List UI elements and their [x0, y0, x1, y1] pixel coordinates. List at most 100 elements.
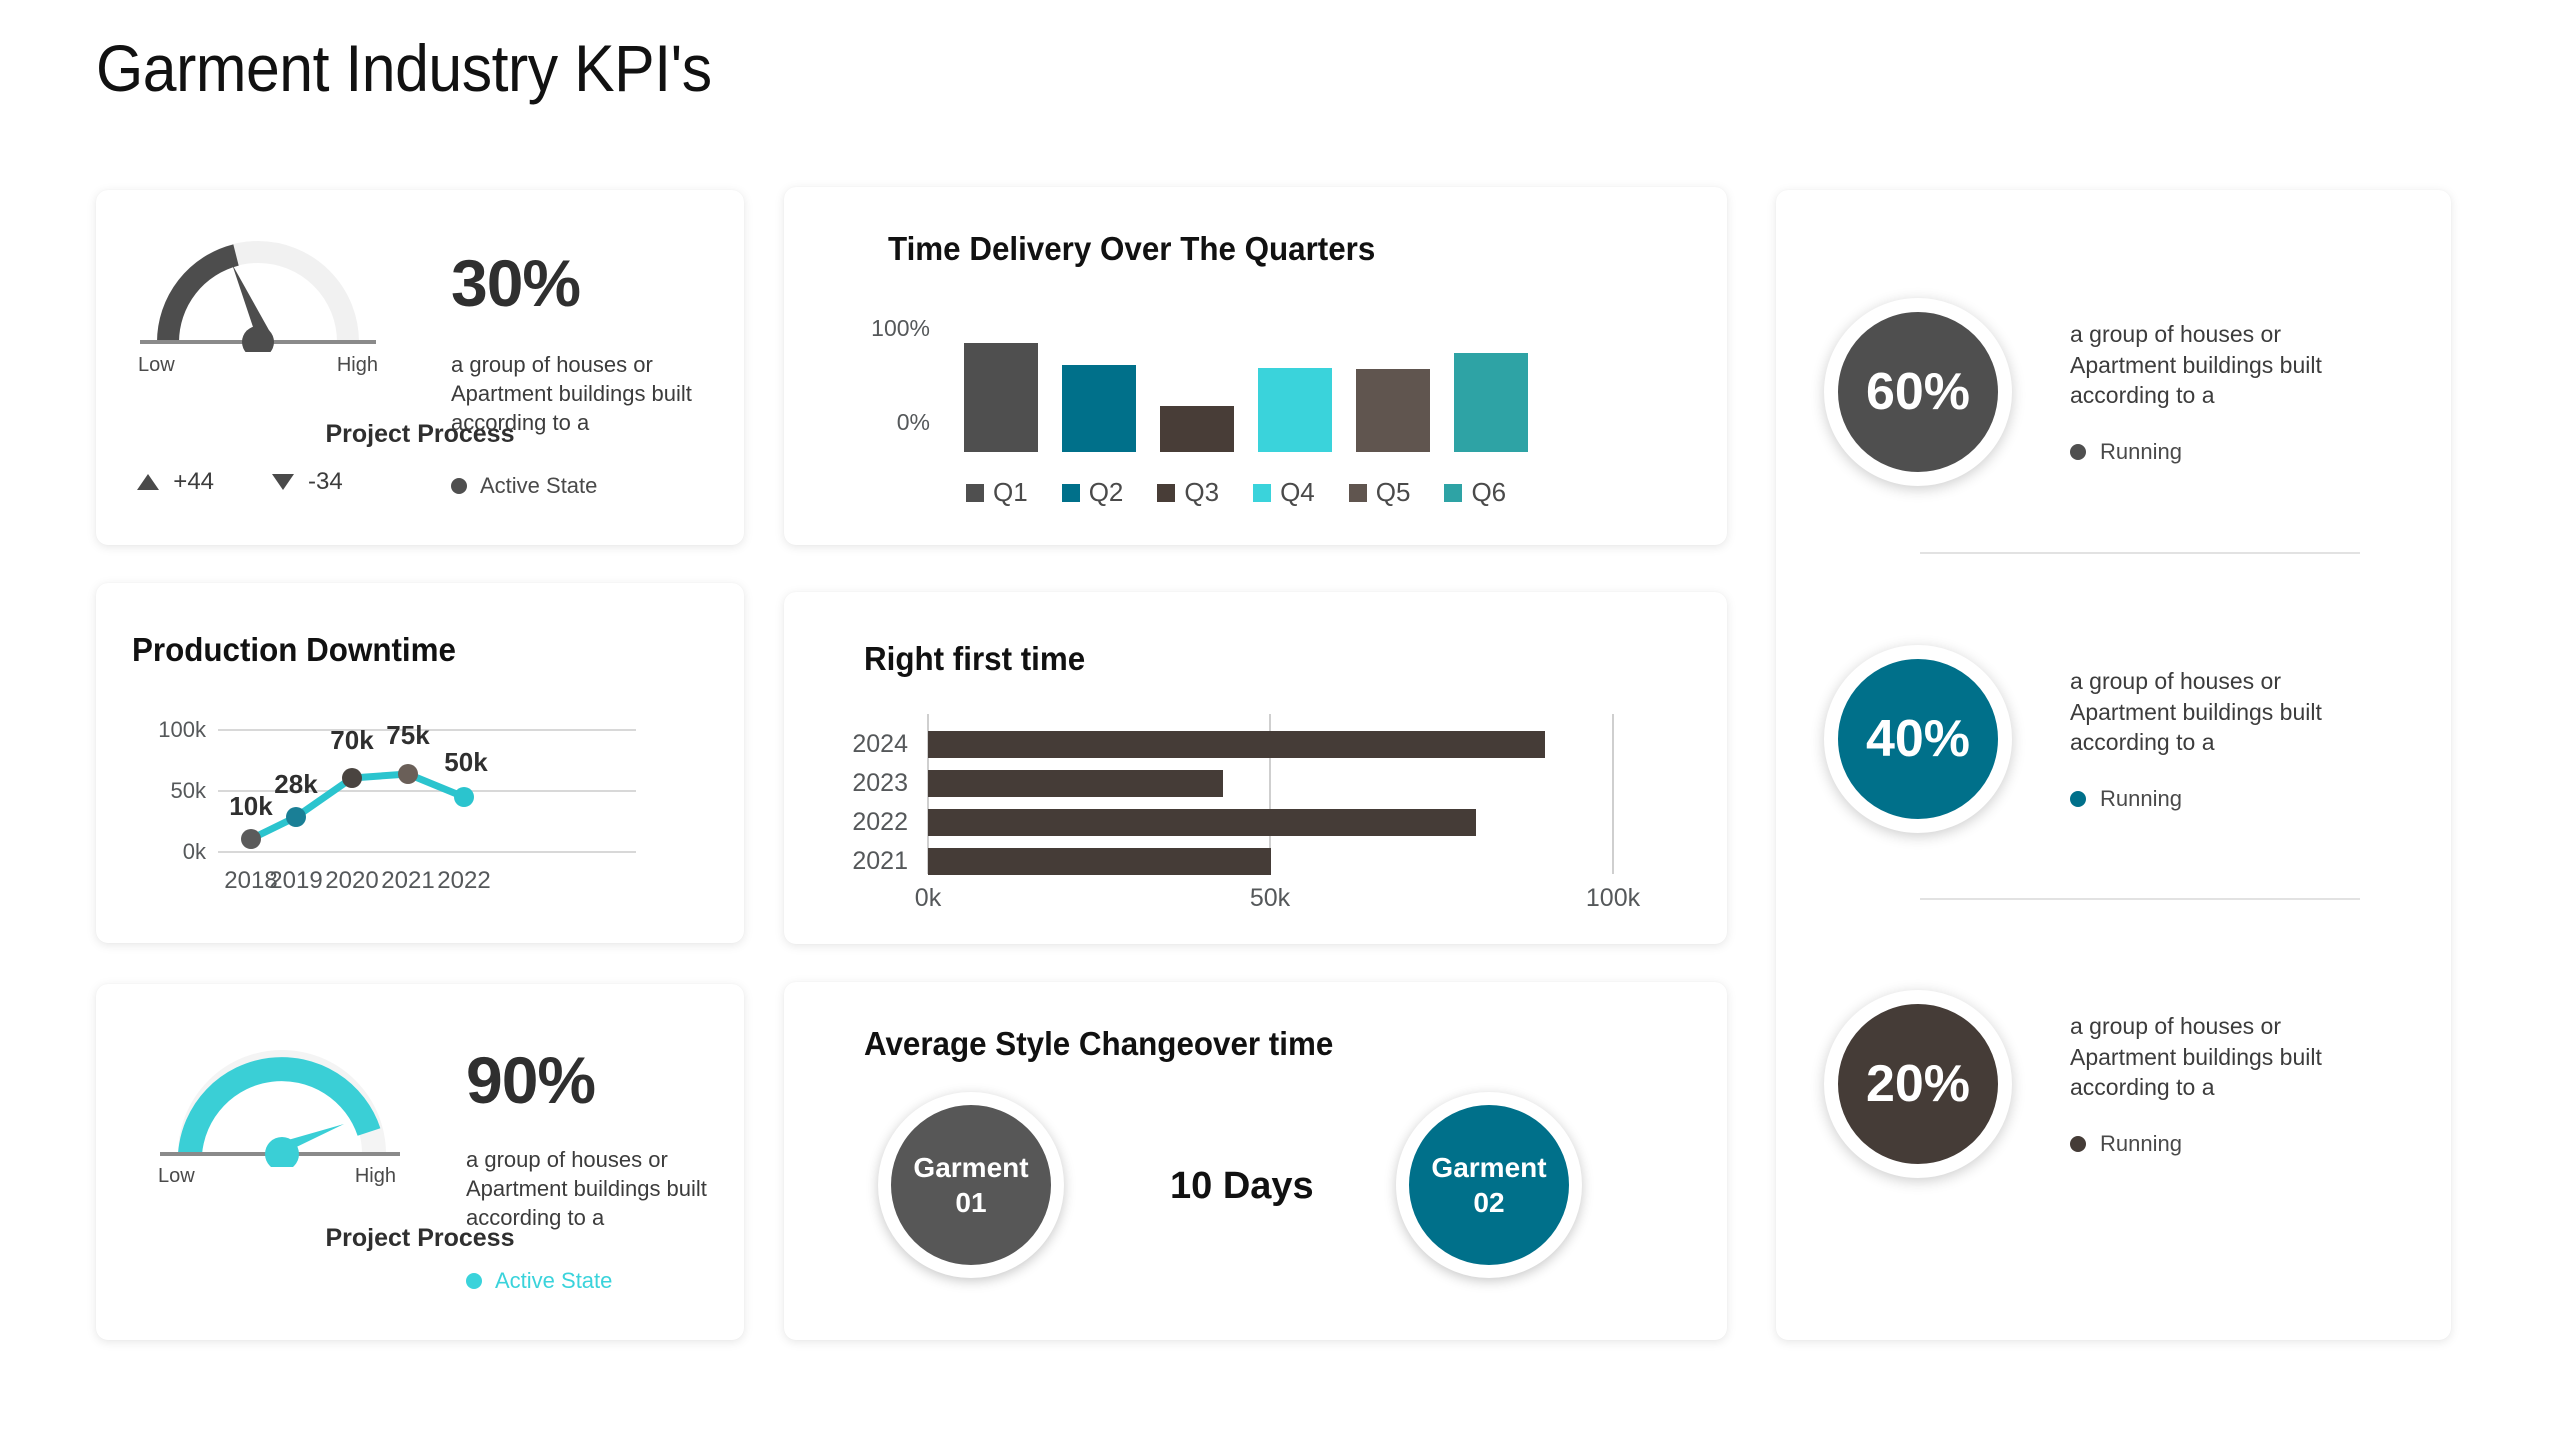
changeover-title: Average Style Changeover time: [864, 1025, 1334, 1062]
stat-description-40: a group of houses or Apartment buildings…: [2070, 667, 2322, 756]
gauge-bottom-status-label: Active State: [495, 1268, 613, 1294]
stat-description-20: a group of houses or Apartment buildings…: [2070, 1012, 2322, 1101]
gauge-top-graphic: Low High: [136, 220, 381, 376]
gauge-low-label: Low: [138, 354, 175, 376]
stat-body-20: a group of houses or Apartment buildings…: [2070, 1011, 2335, 1157]
garment-02-line1: Garment: [1431, 1152, 1547, 1183]
triangle-up-icon: [137, 474, 160, 490]
card-right-first-time: Right first time 2024 2023 2022 2021 0k …: [784, 592, 1727, 944]
bar-q3[interactable]: [1160, 406, 1234, 452]
garment-01-line1: Garment: [913, 1152, 1029, 1183]
stat-divider-2: [1920, 898, 2360, 900]
legend-swatch-q4-icon: [1253, 483, 1272, 502]
rft-bar-2023[interactable]: [928, 770, 1223, 797]
gauge-top-status: Active State: [451, 473, 701, 499]
stat-item-20[interactable]: 20% a group of houses or Apartment build…: [1824, 990, 2335, 1178]
status-dot-icon: [2070, 1136, 2086, 1153]
bar-q5[interactable]: [1356, 369, 1430, 452]
stat-status-label-40: Running: [2100, 786, 2182, 812]
line-label-2019: 28k: [274, 769, 318, 799]
status-dot-icon: [2070, 444, 2086, 461]
legend-label-q4: Q4: [1280, 477, 1315, 507]
line-point-2020[interactable]: [342, 768, 362, 788]
stat-status-20: Running: [2070, 1131, 2335, 1157]
gauge-bottom-high-label: High: [354, 1165, 396, 1187]
stat-body-40: a group of houses or Apartment buildings…: [2070, 666, 2335, 812]
legend-label-q1: Q1: [993, 477, 1028, 507]
stat-divider-1: [1920, 552, 2360, 554]
rft-xtick-0k: 0k: [914, 884, 942, 912]
rft-bar-2024[interactable]: [928, 731, 1545, 758]
legend-item-q6[interactable]: Q6: [1444, 477, 1506, 508]
stat-status-label-60: Running: [2100, 439, 2182, 465]
rft-ylab-2021: 2021: [852, 847, 908, 875]
legend-swatch-q5-icon: [1348, 483, 1367, 502]
bar-q2[interactable]: [1062, 365, 1136, 452]
bar-q6[interactable]: [1454, 353, 1528, 452]
stat-item-60[interactable]: 60% a group of houses or Apartment build…: [1824, 298, 2335, 486]
line-plot-area: 100k 50k 0k 10k 28k 70k 75k 50k 2018 201…: [96, 583, 744, 943]
legend-swatch-q3-icon: [1157, 483, 1176, 502]
gauge-high-label: High: [336, 354, 378, 376]
bar-q4[interactable]: [1258, 368, 1332, 452]
legend-item-q3[interactable]: Q3: [1157, 477, 1219, 508]
stat-body-60: a group of houses or Apartment buildings…: [2070, 319, 2335, 465]
legend-label-q2: Q2: [1088, 477, 1124, 507]
page-title: Garment Industry KPI's: [96, 31, 712, 105]
gauge-hub: [242, 326, 274, 358]
line-xtick-2022: 2022: [437, 867, 491, 894]
rft-ylab-2024: 2024: [852, 730, 908, 758]
legend-item-q2[interactable]: Q2: [1061, 477, 1124, 508]
gauge-top-summary: 30% a group of houses or Apartment build…: [451, 250, 701, 499]
card-production-downtime: Production Downtime 100k 50k 0k 10k 28k …: [96, 583, 744, 943]
triangle-down-icon: [272, 474, 295, 490]
garment-bubble-01[interactable]: Garment 01: [878, 1092, 1064, 1278]
legend-item-q5[interactable]: Q5: [1348, 477, 1411, 508]
legend-swatch-q1-icon: [966, 483, 984, 502]
line-point-2021[interactable]: [398, 764, 418, 784]
bars-ytick-100: 100%: [871, 315, 930, 341]
bars-legend: Q1 Q2 Q3 Q4 Q5 Q6: [966, 477, 1506, 508]
stat-circle-20: 20%: [1824, 990, 2012, 1178]
line-point-2022[interactable]: [454, 787, 474, 807]
rft-plot-area: 2024 2023 2022 2021 0k 50k 100k: [784, 592, 1727, 944]
gauge-top-value: 30%: [451, 246, 581, 320]
gauge-bottom-description: a group of houses or Apartment buildings…: [466, 1147, 707, 1231]
delta-up: +44: [137, 468, 214, 496]
line-point-2018[interactable]: [241, 829, 261, 849]
gauge-bottom-svg: [160, 1050, 400, 1171]
line-label-2022: 50k: [444, 747, 488, 777]
status-dot-icon: [466, 1273, 482, 1290]
delta-down: -34: [272, 468, 343, 496]
legend-label-q3: Q3: [1184, 477, 1220, 507]
legend-label-q5: Q5: [1375, 477, 1411, 507]
rft-ylab-2023: 2023: [852, 769, 908, 797]
card-average-style-changeover: Average Style Changeover time Garment 01…: [784, 982, 1727, 1340]
rft-bar-2021[interactable]: [928, 848, 1271, 875]
bars-plot-area: [964, 307, 1528, 452]
legend-label-q6: Q6: [1471, 477, 1507, 507]
rft-bar-2022[interactable]: [928, 809, 1476, 836]
legend-swatch-q2-icon: [1061, 483, 1080, 502]
garment-02-line2: 02: [1473, 1187, 1505, 1218]
rft-gridline-100k: [1612, 714, 1614, 874]
gauge-bottom-low-label: Low: [158, 1165, 195, 1187]
garment-01-line2: 01: [955, 1187, 987, 1218]
bars-ytick-0: 0%: [896, 409, 930, 435]
card-running-stats: 60% a group of houses or Apartment build…: [1776, 190, 2451, 1340]
gauge-bottom-status: Active State: [466, 1268, 716, 1294]
status-dot-icon: [451, 478, 467, 495]
legend-item-q4[interactable]: Q4: [1253, 477, 1315, 508]
bar-q1[interactable]: [964, 343, 1038, 452]
garment-bubble-02[interactable]: Garment 02: [1396, 1092, 1582, 1278]
stat-circle-60: 60%: [1824, 298, 2012, 486]
gauge-value-arc: [157, 244, 240, 343]
card-project-process-bottom: Low High Project Process 90% a group of …: [96, 984, 744, 1340]
gauge-bottom-graphic: Low High: [148, 1022, 413, 1187]
stat-item-40[interactable]: 40% a group of houses or Apartment build…: [1824, 645, 2335, 833]
status-dot-icon: [2070, 791, 2086, 808]
stat-status-label-20: Running: [2100, 1131, 2182, 1157]
gauge-bottom-value: 90%: [466, 1043, 596, 1117]
card-project-process-top: Low High Project Process +44 -34 30% a g…: [96, 190, 744, 545]
legend-item-q1[interactable]: Q1: [966, 477, 1028, 508]
